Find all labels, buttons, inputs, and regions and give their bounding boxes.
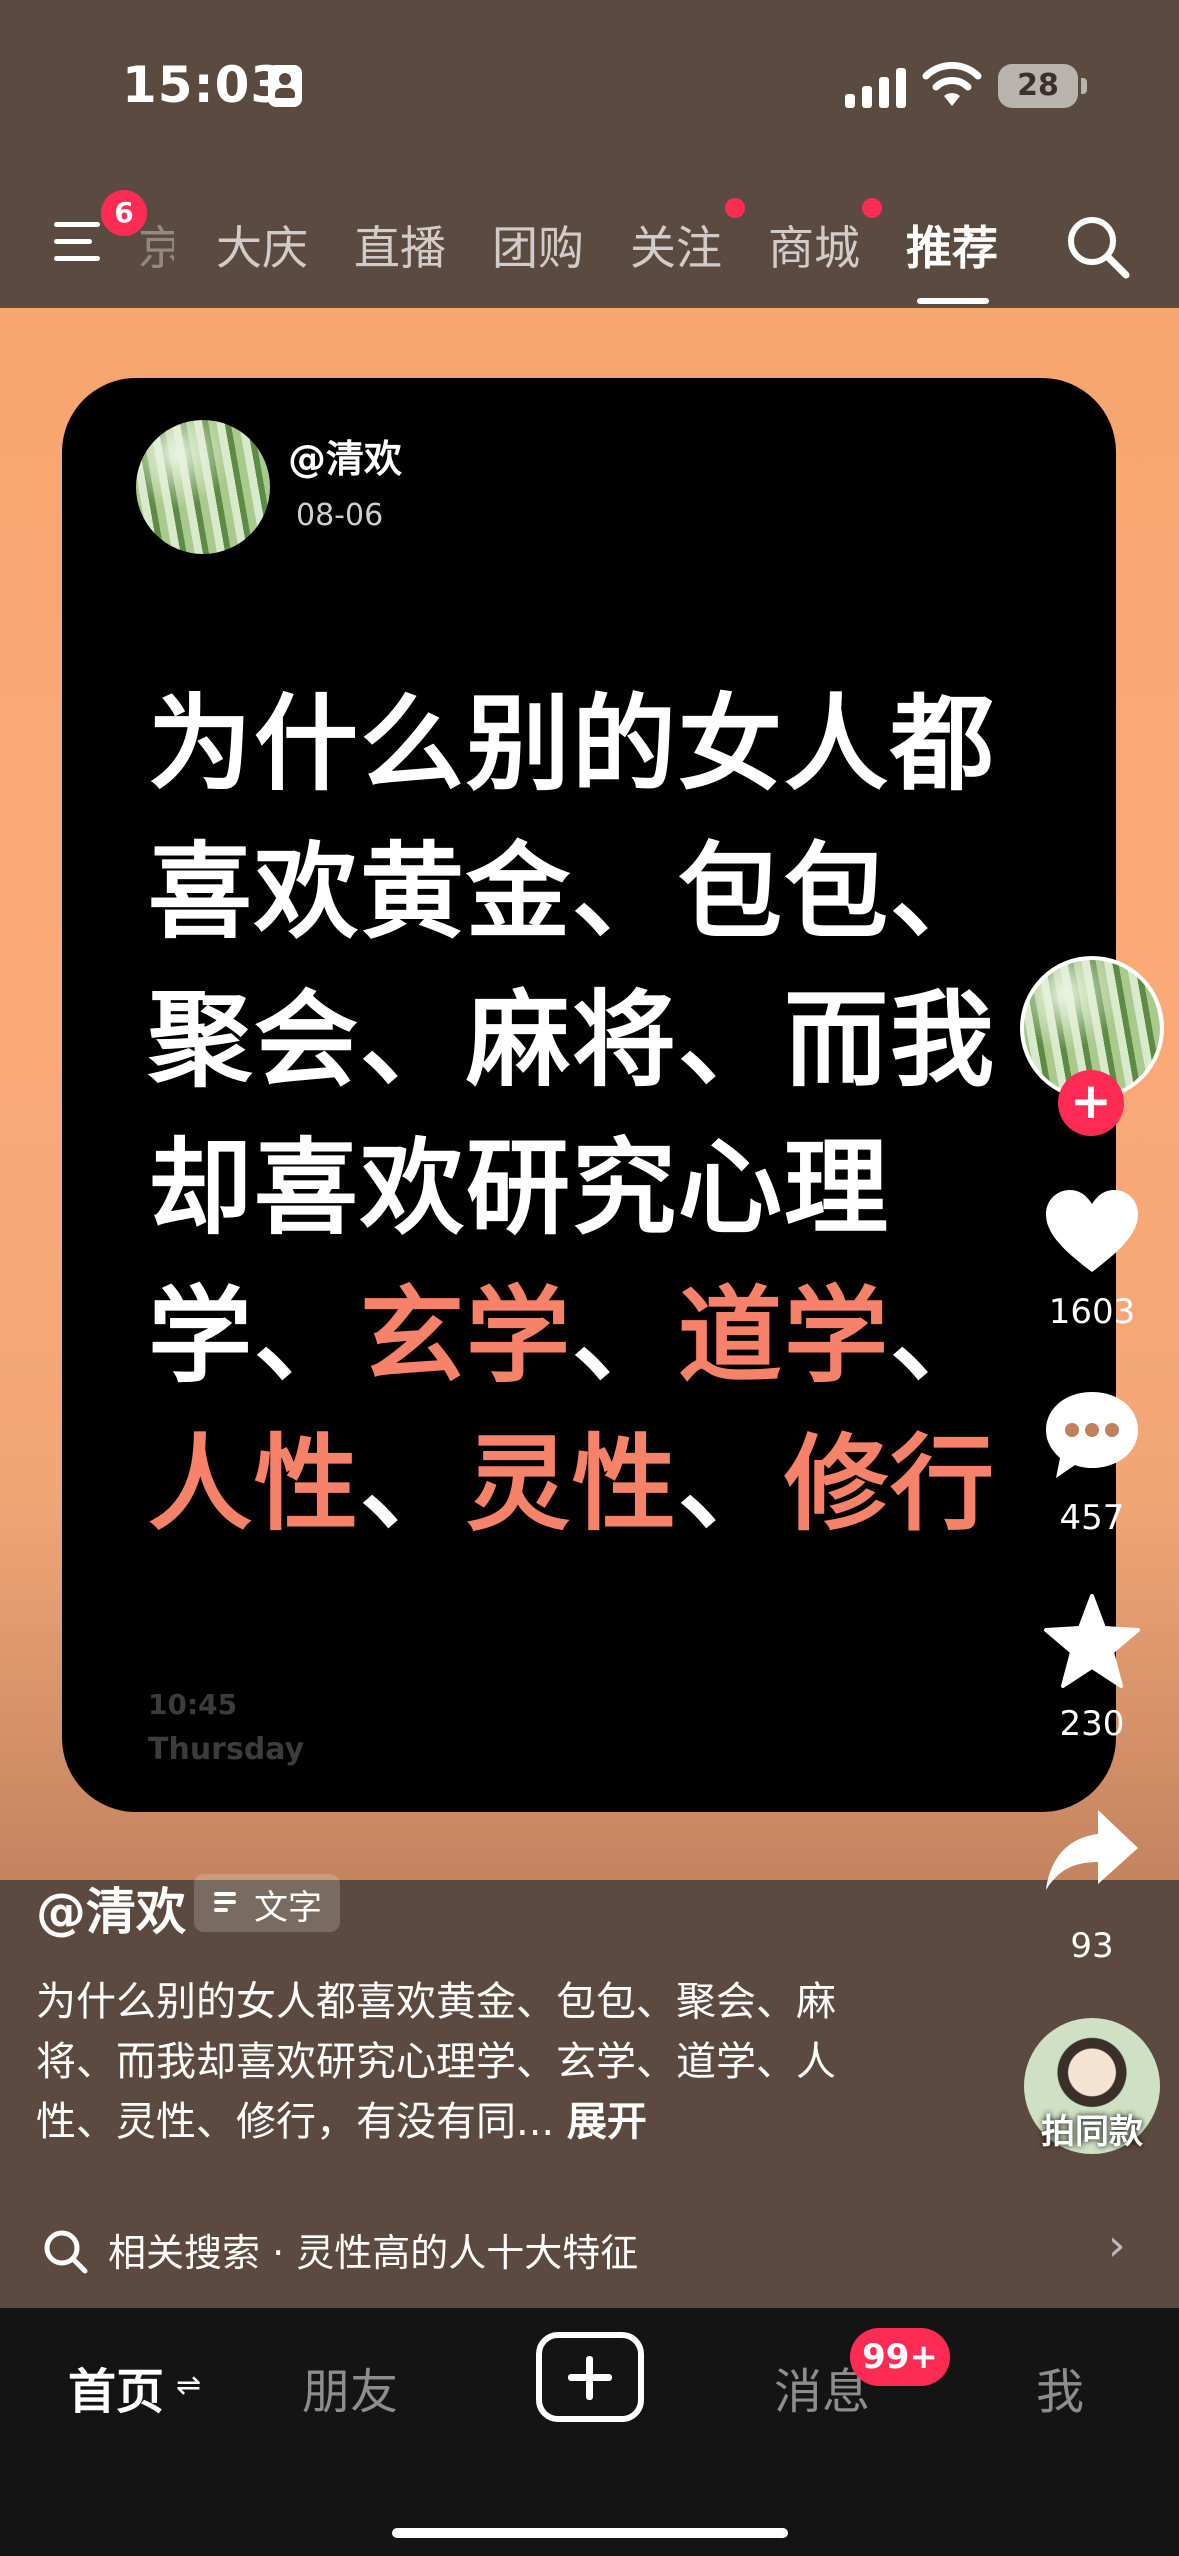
refresh-switch-icon: ⇌ <box>176 2368 202 2403</box>
favorite-count: 230 <box>1059 1704 1125 1744</box>
following-dot <box>725 198 745 218</box>
text-lines-icon <box>214 1892 236 1914</box>
follow-plus-icon[interactable]: + <box>1058 1070 1124 1136</box>
card-text-line: 聚会、麻将、而我 <box>148 966 1048 1114</box>
tab-following[interactable]: 关注 <box>630 212 722 278</box>
mall-dot <box>862 198 882 218</box>
card-time: 10:45 <box>148 1688 238 1721</box>
card-text-line: 学、玄学、道学、 <box>148 1262 1048 1410</box>
related-search-icon <box>44 2230 88 2274</box>
active-tab-underline <box>917 298 989 304</box>
tab-mall[interactable]: 商城 <box>768 212 860 278</box>
home-indicator <box>392 2528 788 2538</box>
remix-label[interactable]: 拍同款 <box>1000 2104 1179 2153</box>
chevron-right-icon: › <box>1108 2220 1126 2271</box>
nav-friends[interactable]: 朋友 <box>302 2352 398 2422</box>
tab-recommended[interactable]: 推荐 <box>906 212 998 278</box>
card-text-line: 人性、灵性、修行 <box>148 1410 1048 1558</box>
description-text: 为什么别的女人都喜欢黄金、包包、聚会、麻将、而我却喜欢研究心理学、玄学、道学、人… <box>36 1979 836 2145</box>
battery-level: 28 <box>1017 68 1059 103</box>
top-bar <box>0 0 1179 308</box>
battery-tip <box>1081 78 1087 94</box>
share-icon[interactable] <box>1040 1800 1144 1904</box>
search-icon[interactable] <box>1063 212 1133 282</box>
highlight-segment: 修行 <box>784 1423 997 1545</box>
card-date: 08-06 <box>296 498 384 533</box>
text-segment: 、 <box>678 1423 785 1545</box>
text-segment: 聚会、麻将、而我 <box>148 979 997 1101</box>
tab-group-buy[interactable]: 团购 <box>492 212 584 278</box>
nav-me[interactable]: 我 <box>1036 2352 1084 2422</box>
text-segment: 为什么别的女人都 <box>148 683 997 805</box>
text-segment: 喜欢黄金、包包、 <box>148 831 997 953</box>
highlight-segment: 道学 <box>678 1275 891 1397</box>
tab-live[interactable]: 直播 <box>354 212 446 278</box>
card-text-line: 喜欢黄金、包包、 <box>148 818 1048 966</box>
star-icon[interactable] <box>1040 1590 1144 1694</box>
comment-count: 457 <box>1059 1498 1125 1538</box>
text-tag-label: 文字 <box>254 1888 322 1928</box>
highlight-segment: 玄学 <box>360 1275 573 1397</box>
text-segment: 、 <box>360 1423 467 1545</box>
text-segment: 、 <box>572 1275 679 1397</box>
related-search-text: 相关搜索 · 灵性高的人十大特征 <box>108 2231 639 2275</box>
highlight-segment: 灵性 <box>466 1423 679 1545</box>
text-segment: 学、 <box>148 1275 361 1397</box>
text-segment: 、 <box>890 1275 997 1397</box>
create-plus-button[interactable] <box>536 2332 644 2422</box>
nav-home[interactable]: 首页 <box>68 2352 164 2422</box>
card-text-line: 为什么别的女人都 <box>148 670 1048 818</box>
status-time: 15:03 <box>122 56 287 114</box>
author-name[interactable]: @清欢 <box>36 1872 186 1944</box>
card-day: Thursday <box>148 1732 305 1767</box>
text-segment: 却喜欢研究心理 <box>148 1127 891 1249</box>
card-main-text: 为什么别的女人都 喜欢黄金、包包、 聚会、麻将、而我 却喜欢研究心理 学、玄学、道学、人… <box>148 670 1048 1558</box>
menu-icon[interactable] <box>54 222 100 262</box>
tab-daqing[interactable]: 大庆 <box>216 212 308 278</box>
expand-link[interactable]: 展开 <box>567 2099 647 2145</box>
card-username: @清欢 <box>288 437 403 481</box>
share-count: 93 <box>1070 1926 1114 1966</box>
comment-icon[interactable] <box>1040 1384 1144 1488</box>
id-card-icon <box>268 65 302 107</box>
heart-icon[interactable] <box>1040 1180 1144 1284</box>
card-text-line: 却喜欢研究心理 <box>148 1114 1048 1262</box>
wifi-icon <box>922 61 982 106</box>
cellular-signal-icon <box>845 64 907 108</box>
messages-badge: 99+ <box>850 2328 950 2386</box>
like-count: 1603 <box>1048 1292 1136 1332</box>
highlight-segment: 人性 <box>148 1423 361 1545</box>
tab-partial[interactable]: 京 <box>138 212 174 278</box>
post-description[interactable]: 为什么别的女人都喜欢黄金、包包、聚会、麻将、而我却喜欢研究心理学、玄学、道学、人… <box>36 1972 886 2152</box>
card-avatar <box>136 420 270 554</box>
